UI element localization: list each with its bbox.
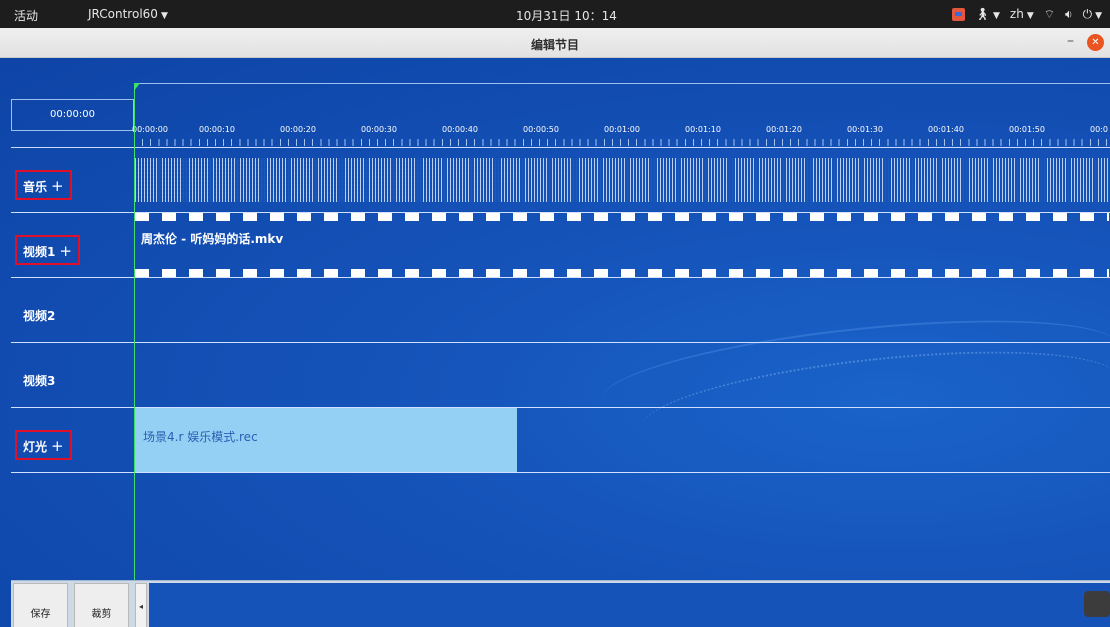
- track-light: 灯光 + 场景4.r 娱乐模式.rec: [11, 408, 1110, 473]
- tick-label: 00:00:20: [280, 125, 316, 134]
- audio-waveform[interactable]: [135, 158, 1109, 202]
- track-video2: 视频2: [11, 278, 1110, 343]
- track-music: 音乐 +: [11, 148, 1110, 213]
- filmstrip-bottom: [135, 269, 1109, 277]
- tick-label: 00:00:00: [132, 125, 168, 134]
- cut-button[interactable]: 裁剪: [74, 583, 129, 627]
- playhead-line[interactable]: [134, 88, 135, 588]
- add-music-button[interactable]: +: [51, 177, 64, 195]
- tick-label: 00:00:40: [442, 125, 478, 134]
- tick-label: 00:01:10: [685, 125, 721, 134]
- tick-label: 00:00:30: [361, 125, 397, 134]
- track-label-video1[interactable]: 视频1 +: [15, 235, 80, 265]
- current-time-display: 00:00:00: [11, 99, 134, 131]
- window-title-bar: 编辑节目 – ✕: [0, 28, 1110, 58]
- power-icon[interactable]: ⏻ ▼: [1083, 7, 1102, 22]
- track-label-light[interactable]: 灯光 +: [15, 430, 72, 460]
- clock[interactable]: 10月31日 10：14: [516, 7, 617, 24]
- track-label-light-text: 灯光: [23, 440, 48, 454]
- scroll-left-button[interactable]: ◂: [135, 583, 147, 627]
- tick-label: 00:01:30: [847, 125, 883, 134]
- track-label-video1-text: 视频1: [23, 245, 56, 259]
- app-menu-label: JRControl60: [88, 7, 158, 21]
- tick-label: 00:01:00: [604, 125, 640, 134]
- program-editor: 00:00:00 00:00:00 00:00:10 00:00:20 00:0…: [0, 58, 1110, 627]
- track-label-video3[interactable]: 视频3: [15, 365, 63, 395]
- filmstrip-top: [135, 213, 1109, 221]
- light-clip[interactable]: 场景4.r 娱乐模式.rec: [135, 408, 517, 472]
- ruler-minor-ticks: [134, 139, 1110, 146]
- save-button[interactable]: 保存: [13, 583, 68, 627]
- timeline-ruler[interactable]: 00:00:00 00:00:10 00:00:20 00:00:30 00:0…: [132, 118, 1110, 146]
- network-icon[interactable]: ⌔: [1044, 7, 1055, 22]
- close-button[interactable]: ✕: [1087, 34, 1104, 51]
- accessibility-icon[interactable]: 🚶︎ ▼: [975, 7, 1000, 21]
- tick-label: 00:01:20: [766, 125, 802, 134]
- bottom-toolbar: 保存 裁剪 ◂: [11, 580, 1110, 627]
- system-tray: 🚶︎ ▼ zh ▼ ⌔ 🔉︎ ⏻ ▼: [951, 5, 1102, 23]
- tick-label: 00:0: [1090, 125, 1108, 134]
- caret-down-icon: ▼: [160, 11, 168, 21]
- tick-label: 00:00:50: [523, 125, 559, 134]
- tray-app-icon: [1084, 591, 1110, 617]
- track-video1: 视频1 + 周杰伦 - 听妈妈的话.mkv: [11, 213, 1110, 278]
- video-clip-name[interactable]: 周杰伦 - 听妈妈的话.mkv: [141, 230, 283, 247]
- window-title: 编辑节目: [530, 38, 579, 52]
- app-menu[interactable]: JRControl60 ▼: [88, 7, 168, 21]
- horizontal-scrollbar[interactable]: [149, 583, 1110, 627]
- system-top-bar: 活动 JRControl60 ▼ 10月31日 10：14 🚶︎ ▼ zh ▼ ⌔ 🔉…: [0, 0, 1110, 28]
- light-clip-name: 场景4.r 娱乐模式.rec: [143, 430, 258, 444]
- app-indicator-icon[interactable]: [951, 7, 965, 21]
- minimize-button[interactable]: –: [1067, 33, 1074, 49]
- add-video-button[interactable]: +: [59, 242, 72, 260]
- ruler-top-line: [134, 83, 1110, 84]
- volume-icon[interactable]: 🔉︎: [1065, 7, 1073, 22]
- input-language[interactable]: zh ▼: [1010, 7, 1034, 21]
- track-video3: 视频3: [11, 343, 1110, 408]
- activities-button[interactable]: 活动: [14, 7, 38, 24]
- tick-label: 00:00:10: [199, 125, 235, 134]
- input-language-label: zh: [1009, 7, 1024, 21]
- tick-label: 00:01:40: [928, 125, 964, 134]
- track-label-music-text: 音乐: [23, 180, 48, 194]
- track-label-music[interactable]: 音乐 +: [15, 170, 72, 200]
- add-light-button[interactable]: +: [51, 437, 64, 455]
- tick-label: 00:01:50: [1009, 125, 1045, 134]
- track-label-video2[interactable]: 视频2: [15, 300, 63, 330]
